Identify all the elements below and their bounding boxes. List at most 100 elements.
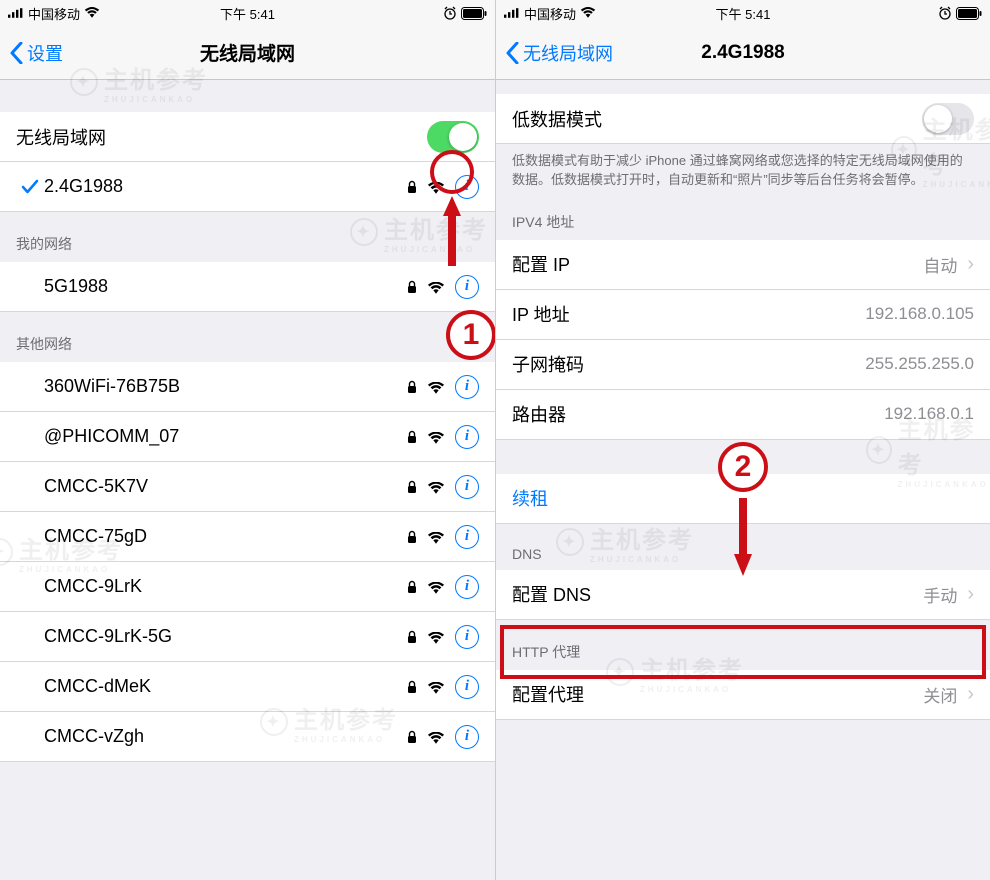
network-row[interactable]: CMCC-5K7V i (0, 462, 495, 512)
subnet-value: 255.255.255.0 (865, 354, 974, 374)
network-row[interactable]: CMCC-9LrK-5G i (0, 612, 495, 662)
signal-icon (8, 7, 24, 19)
wifi-icon (427, 630, 445, 644)
network-ssid: 360WiFi-76B75B (44, 376, 407, 397)
info-button[interactable]: i (455, 675, 479, 699)
wifi-icon (427, 530, 445, 544)
lock-icon (407, 280, 417, 294)
low-data-row: 低数据模式 (496, 94, 990, 144)
chevron-right-icon: › (967, 583, 974, 606)
info-button[interactable]: i (455, 375, 479, 399)
back-button[interactable]: 无线局域网 (506, 40, 613, 66)
network-ssid: 5G1988 (44, 276, 407, 297)
chevron-right-icon: › (967, 253, 974, 276)
network-row[interactable]: @PHICOMM_07i (0, 412, 495, 462)
wifi-toggle-label: 无线局域网 (16, 124, 427, 150)
info-button[interactable]: i (455, 275, 479, 299)
subnet-label: 子网掩码 (512, 351, 865, 377)
battery-icon (461, 7, 487, 20)
dns-header: DNS (496, 524, 990, 570)
lock-icon (407, 180, 417, 194)
lock-icon (407, 580, 417, 594)
config-proxy-value: 关闭 (923, 682, 957, 707)
wifi-icon (427, 380, 445, 394)
info-button[interactable]: i (455, 575, 479, 599)
info-button[interactable]: i (455, 625, 479, 649)
router-row: 路由器 192.168.0.1 (496, 390, 990, 440)
nav-bar: 无线局域网 2.4G1988 (496, 26, 990, 80)
lock-icon (407, 680, 417, 694)
nav-bar: 设置 无线局域网 (0, 26, 495, 80)
config-proxy-row[interactable]: 配置代理 关闭 › (496, 670, 990, 720)
info-button[interactable]: i (455, 475, 479, 499)
network-row[interactable]: CMCC-vZgh i (0, 712, 495, 762)
chevron-right-icon: › (967, 683, 974, 706)
network-ssid: CMCC-dMeK (44, 676, 407, 697)
network-row[interactable]: CMCC-9LrK i (0, 562, 495, 612)
wifi-icon (427, 430, 445, 444)
config-proxy-label: 配置代理 (512, 681, 923, 707)
ip-address-row: IP 地址 192.168.0.105 (496, 290, 990, 340)
ipv4-header: IPV4 地址 (496, 204, 990, 240)
lock-icon (407, 730, 417, 744)
chevron-left-icon (506, 42, 519, 64)
lock-icon (407, 530, 417, 544)
config-ip-row[interactable]: 配置 IP 自动 › (496, 240, 990, 290)
wifi-icon (427, 280, 445, 294)
network-row[interactable]: 5G1988 i (0, 262, 495, 312)
signal-icon (504, 7, 520, 19)
network-ssid: CMCC-9LrK-5G (44, 626, 407, 647)
wifi-icon (427, 580, 445, 594)
back-label: 设置 (27, 40, 63, 66)
info-button[interactable]: i (455, 175, 479, 199)
status-bar: 中国移动 下午 5:41 (496, 0, 990, 26)
alarm-icon (443, 6, 457, 20)
ip-value: 192.168.0.105 (865, 304, 974, 324)
network-row[interactable]: CMCC-dMeK i (0, 662, 495, 712)
wifi-icon (427, 180, 445, 194)
info-button[interactable]: i (455, 725, 479, 749)
lock-icon (407, 380, 417, 394)
network-ssid: CMCC-5K7V (44, 476, 407, 497)
screenshot-right: 中国移动 下午 5:41 无线局域网 2.4G1988 低数据模式 低数据模式有… (495, 0, 990, 880)
back-label: 无线局域网 (523, 40, 613, 66)
network-row[interactable]: 360WiFi-76B75B i (0, 362, 495, 412)
wifi-toggle[interactable] (427, 121, 479, 153)
http-header: HTTP 代理 (496, 620, 990, 670)
alarm-icon (938, 6, 952, 20)
config-ip-label: 配置 IP (512, 251, 923, 277)
network-ssid: CMCC-9LrK (44, 576, 407, 597)
carrier-label: 中国移动 (28, 4, 80, 23)
status-bar: 中国移动 下午 5:41 (0, 0, 495, 26)
back-button[interactable]: 设置 (10, 40, 63, 66)
battery-icon (956, 7, 982, 20)
config-ip-value: 自动 (923, 252, 957, 277)
config-dns-row[interactable]: 配置 DNS 手动 › (496, 570, 990, 620)
connected-network-row[interactable]: 2.4G1988 i (0, 162, 495, 212)
renew-lease-row[interactable]: 续租 (496, 474, 990, 524)
carrier-label: 中国移动 (524, 4, 576, 23)
lock-icon (407, 430, 417, 444)
renew-label: 续租 (512, 485, 974, 511)
router-value: 192.168.0.1 (884, 404, 974, 424)
network-row[interactable]: CMCC-75gDi (0, 512, 495, 562)
low-data-toggle[interactable] (922, 103, 974, 135)
low-data-footer: 低数据模式有助于减少 iPhone 通过蜂窝网络或您选择的特定无线局域网使用的数… (496, 144, 990, 204)
info-button[interactable]: i (455, 425, 479, 449)
wifi-icon (427, 480, 445, 494)
my-networks-header: 我的网络 (0, 212, 495, 262)
checkmark-icon (16, 179, 44, 195)
network-ssid: CMCC-vZgh (44, 726, 407, 747)
low-data-label: 低数据模式 (512, 106, 922, 132)
info-button[interactable]: i (455, 525, 479, 549)
lock-icon (407, 480, 417, 494)
wifi-icon (427, 730, 445, 744)
wifi-toggle-row: 无线局域网 (0, 112, 495, 162)
connected-ssid: 2.4G1988 (44, 176, 407, 197)
page-title: 2.4G1988 (701, 42, 784, 64)
wifi-status-icon (84, 7, 100, 19)
wifi-status-icon (580, 7, 596, 19)
subnet-row: 子网掩码 255.255.255.0 (496, 340, 990, 390)
config-dns-value: 手动 (923, 582, 957, 607)
ip-label: IP 地址 (512, 301, 865, 327)
